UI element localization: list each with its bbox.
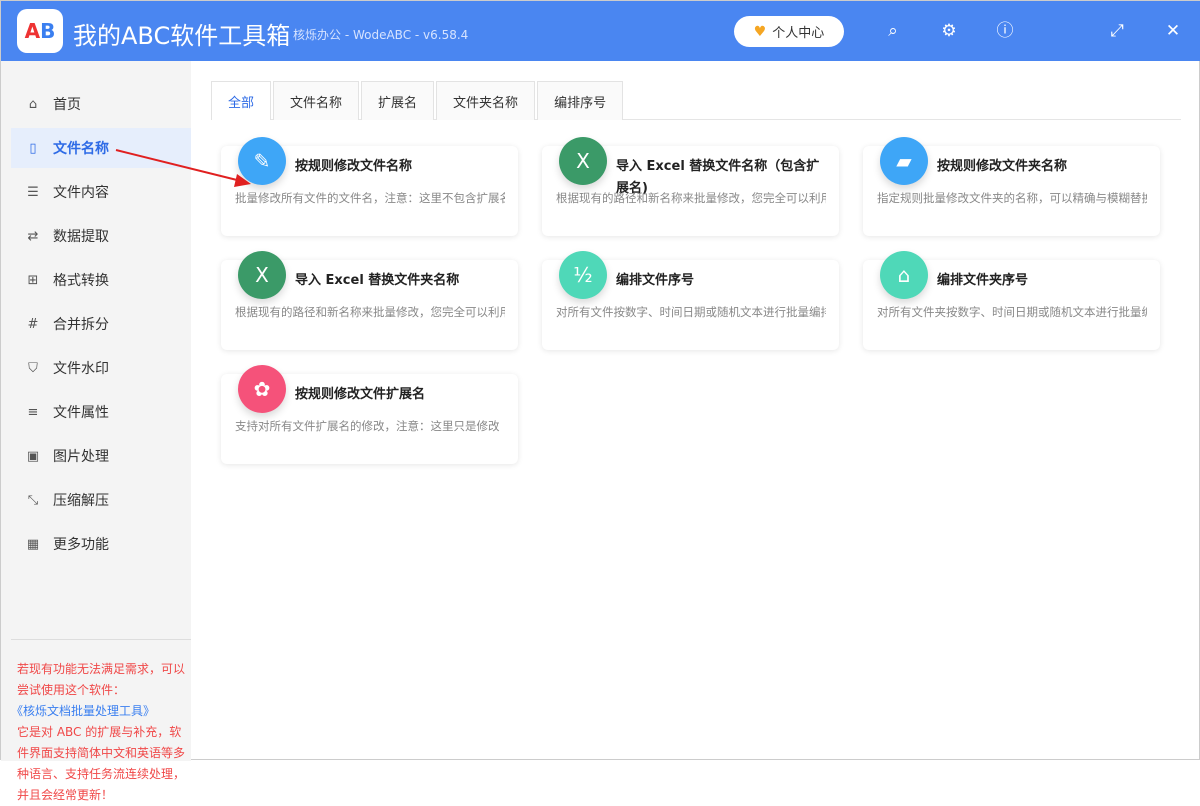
tab[interactable]: 全部 <box>211 81 272 120</box>
compress-icon: ⤡ <box>27 492 39 508</box>
card-description: 对所有文件按数字、时间日期或随机文本进行批量编排 <box>556 305 826 319</box>
search-icon[interactable]: ⌕ <box>881 19 905 43</box>
promo-line1: 若现有功能无法满足需求，可以尝试使用这个软件： <box>17 662 186 697</box>
close-icon[interactable]: ✕ <box>1161 19 1185 43</box>
user-center-label: 个人中心 <box>772 26 825 41</box>
sidebar-item-label: 图片处理 <box>53 449 109 465</box>
sidebar-item-label: 文件名称 <box>53 141 109 157</box>
feature-card[interactable]: ⌂ 编排文件夹序号对所有文件夹按数字、时间日期或随机文本进行批量编排 <box>863 251 1160 350</box>
card-title: 编排文件序号 <box>616 273 695 288</box>
hash-icon: # <box>27 316 39 332</box>
file-icon: ▯ <box>29 140 37 156</box>
sidebar-item-label: 文件水印 <box>53 361 109 377</box>
sidebar-item[interactable]: ▯ 文件名称 <box>11 128 191 168</box>
feature-icon: ▰ <box>880 137 928 185</box>
sidebar-item-label: 合并拆分 <box>53 317 109 333</box>
card-description: 指定规则批量修改文件夹的名称，可以精确与模糊替换 <box>877 191 1147 205</box>
sidebar-item-label: 格式转换 <box>53 273 109 289</box>
card-description: 批量修改所有文件的文件名，注意：这里不包含扩展名 <box>235 191 505 205</box>
feature-icon: X <box>559 137 607 185</box>
grid-icon: ▦ <box>26 536 40 552</box>
sidebar-item[interactable]: ⛉ 文件水印 <box>11 348 191 388</box>
sidebar-item[interactable]: ▣ 图片处理 <box>11 436 191 476</box>
list-icon: ☰ <box>27 184 39 200</box>
promo-link[interactable]: 《核烁文档批量处理工具》 <box>11 701 189 722</box>
extract-icon: ⇄ <box>27 228 39 244</box>
card-description: 根据现有的路径和新名称来批量修改，您完全可以利用 <box>556 191 826 205</box>
card-description: 根据现有的路径和新名称来批量修改，您完全可以利用 <box>235 305 505 319</box>
sidebar-item-label: 文件内容 <box>53 185 109 201</box>
sidebar-item-label: 更多功能 <box>53 537 109 553</box>
feature-card[interactable]: X 导入 Excel 替换文件名称（包含扩展名) 根据现有的路径和新名称来批量修改，… <box>542 137 839 236</box>
sidebar-item[interactable]: ⤡ 压缩解压 <box>11 480 191 520</box>
sidebar-item[interactable]: ⊞ 格式转换 <box>11 260 191 300</box>
sidebar-item[interactable]: ▦ 更多功能 <box>11 524 191 564</box>
sidebar-item-label: 数据提取 <box>53 229 109 245</box>
main-panel: 全部 文件名称 扩展名 文件夹名称 编排序号 ✎ 按规则修改文件名称批量修改所有文件的文件… <box>191 71 1191 751</box>
feature-icon: ✎ <box>238 137 286 185</box>
card-title: 编排文件夹序号 <box>937 273 1029 288</box>
home-icon: ⌂ <box>28 96 38 112</box>
feature-card[interactable]: ✎ 按规则修改文件名称批量修改所有文件的文件名，注意：这里不包含扩展名 <box>221 137 518 236</box>
sidebar-item-label: 首页 <box>53 97 81 113</box>
gear-icon[interactable]: ⚙ <box>937 19 961 43</box>
sidebar-item-label: 压缩解压 <box>53 493 109 509</box>
feature-card[interactable]: ▰ 按规则修改文件夹名称指定规则批量修改文件夹的名称，可以精确与模糊替换 <box>863 137 1160 236</box>
properties-icon: ≡ <box>27 404 39 420</box>
sidebar-item[interactable]: ≡ 文件属性 <box>11 392 191 432</box>
divider <box>11 639 191 640</box>
tab[interactable]: 编排序号 <box>537 81 624 120</box>
diamond-icon: ♥ <box>753 23 767 40</box>
sidebar-item[interactable]: ⌂ 首页 <box>11 84 191 124</box>
title-bar: AB 我的ABC软件工具箱 核烁办公 - WodeABC - v6.58.4 ♥… <box>1 1 1200 61</box>
image-icon: ▣ <box>26 448 40 464</box>
sidebar: 若现有功能无法满足需求，可以尝试使用这个软件： 《核烁文档批量处理工具》 它是对… <box>1 61 191 802</box>
card-title: 按规则修改文件夹名称 <box>937 159 1068 174</box>
card-description: 对所有文件夹按数字、时间日期或随机文本进行批量编排 <box>877 305 1147 319</box>
tab[interactable]: 文件夹名称 <box>436 81 536 120</box>
user-center-button[interactable]: ♥ 个人中心 <box>734 16 844 47</box>
card-description: 支持对所有文件扩展名的修改，注意：这里只是修改 <box>235 419 500 433</box>
sidebar-item[interactable]: # 合并拆分 <box>11 304 191 344</box>
app-subtitle: 核烁办公 - WodeABC - v6.58.4 <box>293 28 469 42</box>
app-title: 我的ABC软件工具箱 <box>73 22 291 50</box>
promo-line2: 它是对 ABC 的扩展与补充，软件界面支持简体中文和英语等多种语言、支持任务流连… <box>17 725 186 802</box>
maximize-icon[interactable]: ⤢ <box>1105 19 1129 43</box>
feature-card[interactable]: ½ 编排文件序号对所有文件按数字、时间日期或随机文本进行批量编排 <box>542 251 839 350</box>
feature-card[interactable]: ✿ 按规则修改文件扩展名支持对所有文件扩展名的修改，注意：这里只是修改 <box>221 365 518 464</box>
app-logo: AB <box>17 9 63 53</box>
card-title: 导入 Excel 替换文件夹名称 <box>295 273 460 288</box>
convert-icon: ⊞ <box>27 272 39 288</box>
feature-icon: ⌂ <box>880 251 928 299</box>
feature-icon: ✿ <box>238 365 286 413</box>
help-icon[interactable]: ⓘ <box>993 19 1017 43</box>
tab-bar: 全部 文件名称 扩展名 文件夹名称 编排序号 <box>211 81 1181 120</box>
card-title: 按规则修改文件名称 <box>295 159 413 174</box>
sidebar-item-label: 文件属性 <box>53 405 109 421</box>
feature-icon: X <box>238 251 286 299</box>
sidebar-item[interactable]: ☰ 文件内容 <box>11 172 191 212</box>
feature-card[interactable]: X 导入 Excel 替换文件夹名称根据现有的路径和新名称来批量修改，您完全可以利… <box>221 251 518 350</box>
card-title: 按规则修改文件扩展名 <box>295 387 426 402</box>
shield-icon: ⛉ <box>28 360 38 376</box>
tab[interactable]: 扩展名 <box>361 81 435 120</box>
tab[interactable]: 文件名称 <box>273 81 360 120</box>
promo-text: 若现有功能无法满足需求，可以尝试使用这个软件： 《核烁文档批量处理工具》 它是对… <box>11 659 189 806</box>
feature-icon: ½ <box>559 251 607 299</box>
sidebar-item[interactable]: ⇄ 数据提取 <box>11 216 191 256</box>
